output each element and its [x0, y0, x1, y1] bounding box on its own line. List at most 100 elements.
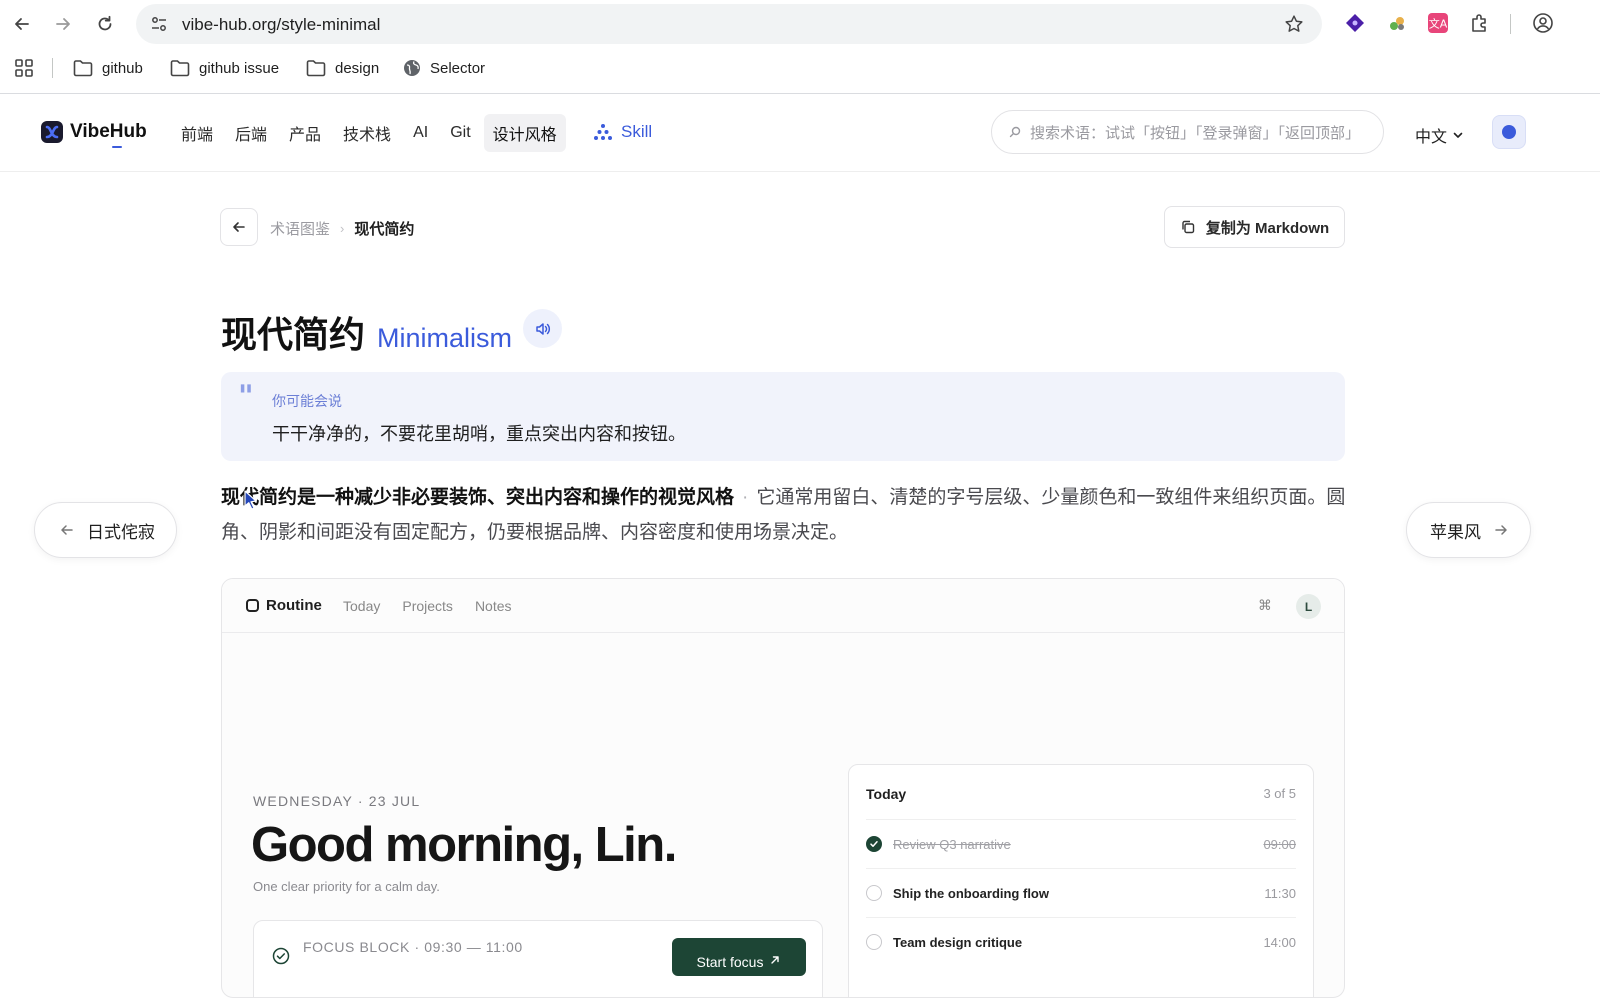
- browser-chrome: vibe-hub.org/style-minimal 文A github git…: [0, 0, 1600, 94]
- task-row[interactable]: Review Q3 narrative 09:00: [866, 819, 1296, 868]
- skill-label: Skill: [621, 122, 653, 141]
- breadcrumb: 术语图鉴 › 现代简约: [270, 218, 414, 239]
- task-row[interactable]: Team design critique 14:00: [866, 917, 1296, 966]
- search-icon: [1009, 126, 1021, 138]
- theme-toggle[interactable]: [1492, 115, 1526, 149]
- copy-icon: [1182, 220, 1195, 234]
- language-label: 中文: [1415, 129, 1448, 146]
- nav-item-git[interactable]: Git: [441, 114, 479, 152]
- start-focus-button[interactable]: Start focus: [672, 938, 806, 976]
- search-input[interactable]: 搜索术语：试试「按钮」「登录弹窗」「返回顶部」: [991, 110, 1384, 154]
- style-demo-preview: Routine Today Projects Notes ⌘ L WEDNESD…: [221, 578, 1345, 998]
- start-focus-label: Start focus: [696, 954, 764, 970]
- you-might-say-callout: " 你可能会说 干干净净的，不要花里胡哨，重点突出内容和按钮。: [221, 372, 1345, 461]
- next-style-button[interactable]: 苹果风: [1406, 502, 1531, 558]
- demo-brand[interactable]: Routine: [246, 597, 322, 614]
- nav-item-product[interactable]: 产品: [280, 114, 330, 152]
- title-english: Minimalism: [377, 323, 513, 353]
- check-icon: [870, 841, 878, 847]
- extension-translate-icon[interactable]: 文A: [1426, 11, 1450, 35]
- chevron-down-icon: [1453, 132, 1463, 138]
- extensions-puzzle-icon[interactable]: [1468, 11, 1492, 35]
- arrow-left-icon: [233, 222, 245, 232]
- bookmark-label: Selector: [430, 59, 486, 77]
- previous-style-label: 日式侘寂: [87, 522, 155, 542]
- check-circle-icon: [272, 947, 290, 965]
- bookmark-label: design: [335, 59, 380, 77]
- demo-greeting: Good morning, Lin.: [251, 818, 677, 872]
- nav-item-design-style[interactable]: 设计风格: [483, 114, 566, 152]
- description-dot: ·: [742, 487, 749, 508]
- task-row[interactable]: Ship the onboarding flow 11:30: [866, 868, 1296, 917]
- arrow-left-icon: [61, 525, 73, 535]
- vibehub-logo-icon: [41, 121, 63, 143]
- skill-link[interactable]: Skill: [594, 122, 652, 142]
- demo-tab-notes[interactable]: Notes: [475, 598, 512, 614]
- breadcrumb-current: 现代简约: [354, 221, 415, 238]
- next-style-label: 苹果风: [1430, 522, 1481, 542]
- callout-label: 你可能会说: [272, 393, 342, 409]
- folder-icon: [306, 60, 326, 77]
- page-title: 现代简约 Minimalism: [221, 306, 512, 358]
- search-placeholder: 搜索术语：试试「按钮」「登录弹窗」「返回顶部」: [1030, 124, 1361, 142]
- apps-grid-icon[interactable]: [14, 56, 34, 80]
- arrow-up-right-icon: [771, 956, 780, 964]
- task-checkbox[interactable]: [866, 934, 882, 950]
- extension-diamond-icon[interactable]: [1343, 11, 1367, 35]
- focus-block-label: FOCUS BLOCK · 09:30 — 11:00: [303, 939, 523, 955]
- pronounce-button[interactable]: [523, 309, 562, 348]
- demo-tabs: Today Projects Notes: [343, 598, 512, 614]
- back-arrow-icon[interactable]: [9, 11, 35, 37]
- demo-brand-label: Routine: [266, 597, 322, 614]
- address-bar[interactable]: vibe-hub.org/style-minimal: [136, 4, 1322, 44]
- description-lead: 现代简约是一种减少非必要装饰、突出内容和操作的视觉风格: [221, 487, 735, 508]
- copy-markdown-button[interactable]: 复制为 Markdown: [1164, 206, 1345, 248]
- site-logo[interactable]: VibeHub: [40, 120, 147, 144]
- task-time: 14:00: [1263, 934, 1296, 950]
- bookmark-label: github: [102, 59, 143, 77]
- site-header: VibeHub 前端 后端 产品 技术栈 AI Git 设计风格 Skill 搜…: [0, 94, 1600, 172]
- previous-style-button[interactable]: 日式侘寂: [34, 502, 177, 558]
- nav-item-ai[interactable]: AI: [404, 114, 437, 152]
- task-label: Review Q3 narrative: [893, 836, 1011, 852]
- callout-text: 干干净净的，不要花里胡哨，重点突出内容和按钮。: [272, 424, 686, 444]
- nav-item-tech-stack[interactable]: 技术栈: [334, 114, 400, 152]
- nav-item-frontend[interactable]: 前端: [172, 114, 222, 152]
- routine-logo-icon: [246, 599, 259, 612]
- site-settings-icon[interactable]: [150, 15, 168, 33]
- forward-arrow-icon[interactable]: [50, 11, 76, 37]
- task-checkbox-checked[interactable]: [866, 836, 882, 852]
- folder-icon: [170, 60, 190, 77]
- bookmark-divider: [52, 58, 53, 78]
- extension-puzzle-color-icon[interactable]: [1385, 11, 1409, 35]
- back-button[interactable]: [220, 208, 258, 246]
- breadcrumb-parent[interactable]: 术语图鉴: [270, 218, 330, 239]
- focus-block-card: FOCUS BLOCK · 09:30 — 11:00 Start focus: [253, 920, 823, 997]
- quote-mark-icon: ": [238, 379, 254, 414]
- demo-avatar[interactable]: L: [1296, 594, 1321, 619]
- task-label: Team design critique: [893, 934, 1023, 950]
- bookmark-selector[interactable]: Selector: [403, 56, 485, 80]
- bookmark-github[interactable]: github: [73, 56, 143, 80]
- profile-icon[interactable]: [1531, 11, 1555, 35]
- logo-underline: [112, 146, 122, 148]
- command-key-icon[interactable]: ⌘: [1258, 597, 1272, 614]
- demo-tab-projects[interactable]: Projects: [402, 598, 453, 614]
- toolbar-divider: [1510, 14, 1511, 34]
- skill-pyramid-icon: [594, 124, 612, 140]
- nav-item-backend[interactable]: 后端: [226, 114, 276, 152]
- today-title: Today: [866, 786, 907, 802]
- reload-icon[interactable]: [92, 11, 118, 37]
- task-checkbox[interactable]: [866, 885, 882, 901]
- mouse-cursor-icon: [243, 489, 259, 511]
- url-text[interactable]: vibe-hub.org/style-minimal: [182, 15, 380, 35]
- demo-tab-today[interactable]: Today: [343, 598, 380, 614]
- task-time: 09:00: [1263, 836, 1296, 852]
- language-select[interactable]: 中文: [1415, 123, 1464, 147]
- bookmark-github-issue[interactable]: github issue: [170, 56, 279, 80]
- description: 现代简约是一种减少非必要装饰、突出内容和操作的视觉风格 · 它通常用留白、清楚的字号…: [221, 480, 1351, 550]
- demo-subtitle: One clear priority for a calm day.: [253, 879, 440, 894]
- bookmark-star-icon[interactable]: [1284, 14, 1304, 34]
- theme-dot-icon: [1502, 125, 1516, 139]
- bookmark-design[interactable]: design: [306, 56, 379, 80]
